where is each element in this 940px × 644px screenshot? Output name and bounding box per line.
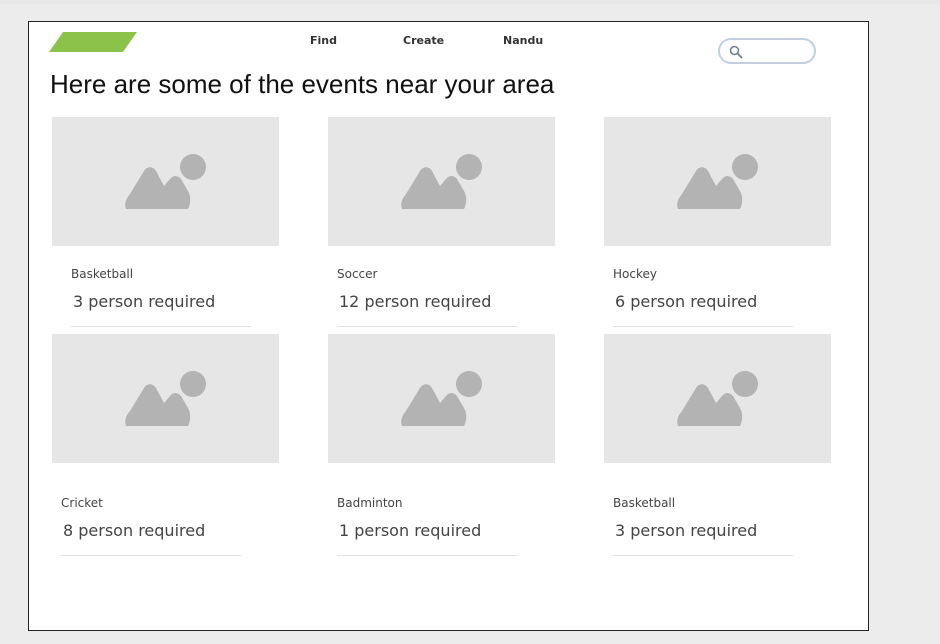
event-thumbnail: [604, 334, 831, 463]
event-required: 12 person required: [339, 292, 492, 311]
event-card[interactable]: Basketball 3 person required: [604, 334, 832, 556]
image-placeholder-icon: [125, 371, 206, 426]
event-sport: Cricket: [61, 496, 103, 510]
search-box[interactable]: [718, 38, 816, 64]
event-card[interactable]: Hockey 6 person required: [604, 117, 832, 327]
page-title: Here are some of the events near your ar…: [50, 69, 555, 99]
event-required: 3 person required: [615, 521, 758, 540]
search-icon: [729, 45, 743, 59]
event-thumbnail: [328, 117, 555, 246]
event-card[interactable]: Badminton 1 person required: [328, 334, 556, 556]
divider: [71, 326, 251, 327]
divider: [613, 326, 793, 327]
nav-create[interactable]: Create: [403, 34, 444, 47]
divider: [613, 555, 793, 556]
image-placeholder-icon: [401, 154, 482, 209]
nav-find[interactable]: Find: [310, 34, 337, 47]
logo[interactable]: [49, 32, 137, 52]
event-required: 3 person required: [73, 292, 216, 311]
search-input[interactable]: [748, 43, 812, 61]
event-thumbnail: [604, 117, 831, 246]
event-required: 6 person required: [615, 292, 758, 311]
nav-user-nandu[interactable]: Nandu: [503, 34, 543, 47]
event-sport: Badminton: [337, 496, 403, 510]
page-frame: Find Create Nandu Here are some of the e…: [28, 21, 869, 631]
event-card[interactable]: Cricket 8 person required: [52, 334, 280, 556]
event-sport: Basketball: [71, 267, 134, 281]
event-sport: Soccer: [337, 267, 378, 281]
image-placeholder-icon: [677, 371, 758, 426]
divider: [337, 326, 517, 327]
divider: [337, 555, 517, 556]
top-strip: [0, 0, 940, 4]
image-placeholder-icon: [125, 154, 206, 209]
image-placeholder-icon: [677, 154, 758, 209]
image-placeholder-icon: [401, 371, 482, 426]
divider: [61, 555, 241, 556]
event-required: 8 person required: [63, 521, 206, 540]
event-thumbnail: [328, 334, 555, 463]
event-card[interactable]: Basketball 3 person required: [52, 117, 280, 327]
event-sport: Hockey: [613, 267, 657, 281]
event-thumbnail: [52, 117, 279, 246]
event-sport: Basketball: [613, 496, 676, 510]
event-thumbnail: [52, 334, 279, 463]
event-required: 1 person required: [339, 521, 482, 540]
event-card[interactable]: Soccer 12 person required: [328, 117, 556, 327]
